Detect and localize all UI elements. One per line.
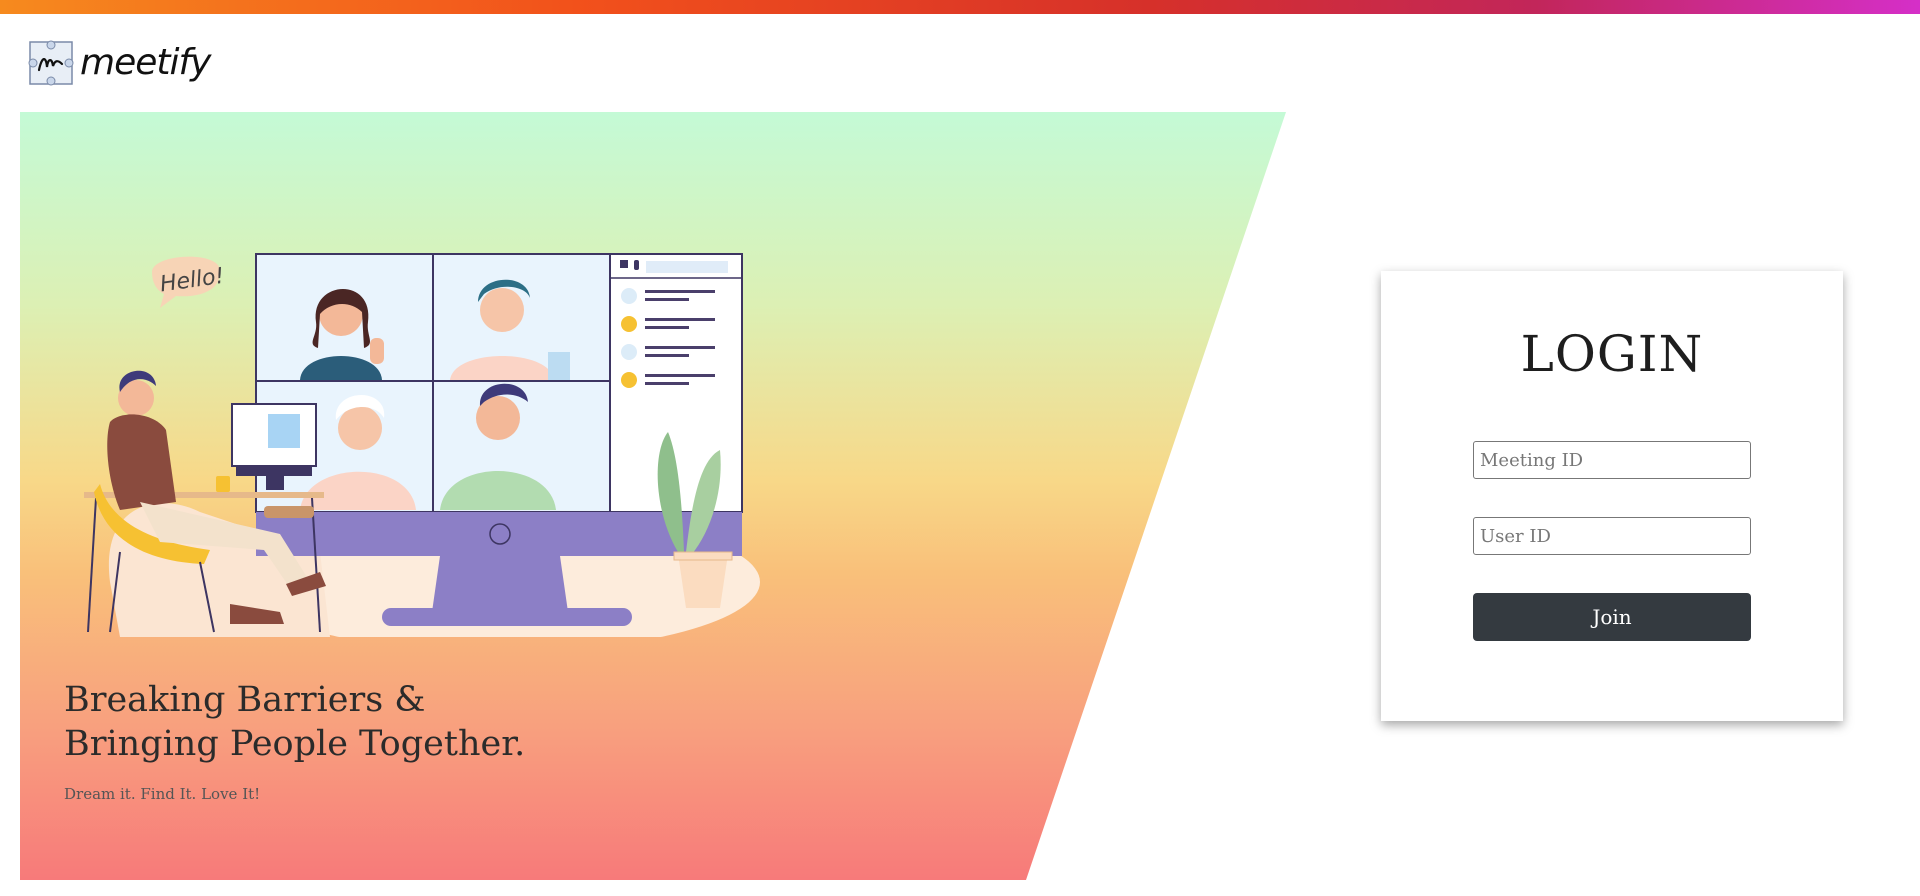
top-accent-bar	[0, 0, 1920, 14]
meetify-logo-icon	[28, 40, 74, 86]
hero-banner: Hello! Breaking Barriers & Bringing Peop…	[20, 112, 1286, 880]
brand-logo[interactable]: meetify	[28, 40, 211, 86]
hero-tagline: Dream it. Find It. Love It!	[64, 785, 261, 803]
meeting-id-input[interactable]	[1473, 441, 1751, 479]
login-card: LOGIN Join	[1381, 271, 1843, 721]
hero-headline: Breaking Barriers & Bringing People Toge…	[64, 680, 526, 764]
video-call-illustration: Hello!	[84, 253, 760, 637]
brand-name: meetify	[80, 42, 211, 83]
join-button[interactable]: Join	[1473, 593, 1751, 641]
user-id-input[interactable]	[1473, 517, 1751, 555]
speech-bubble: Hello!	[152, 256, 226, 308]
login-title: LOGIN	[1520, 325, 1704, 383]
